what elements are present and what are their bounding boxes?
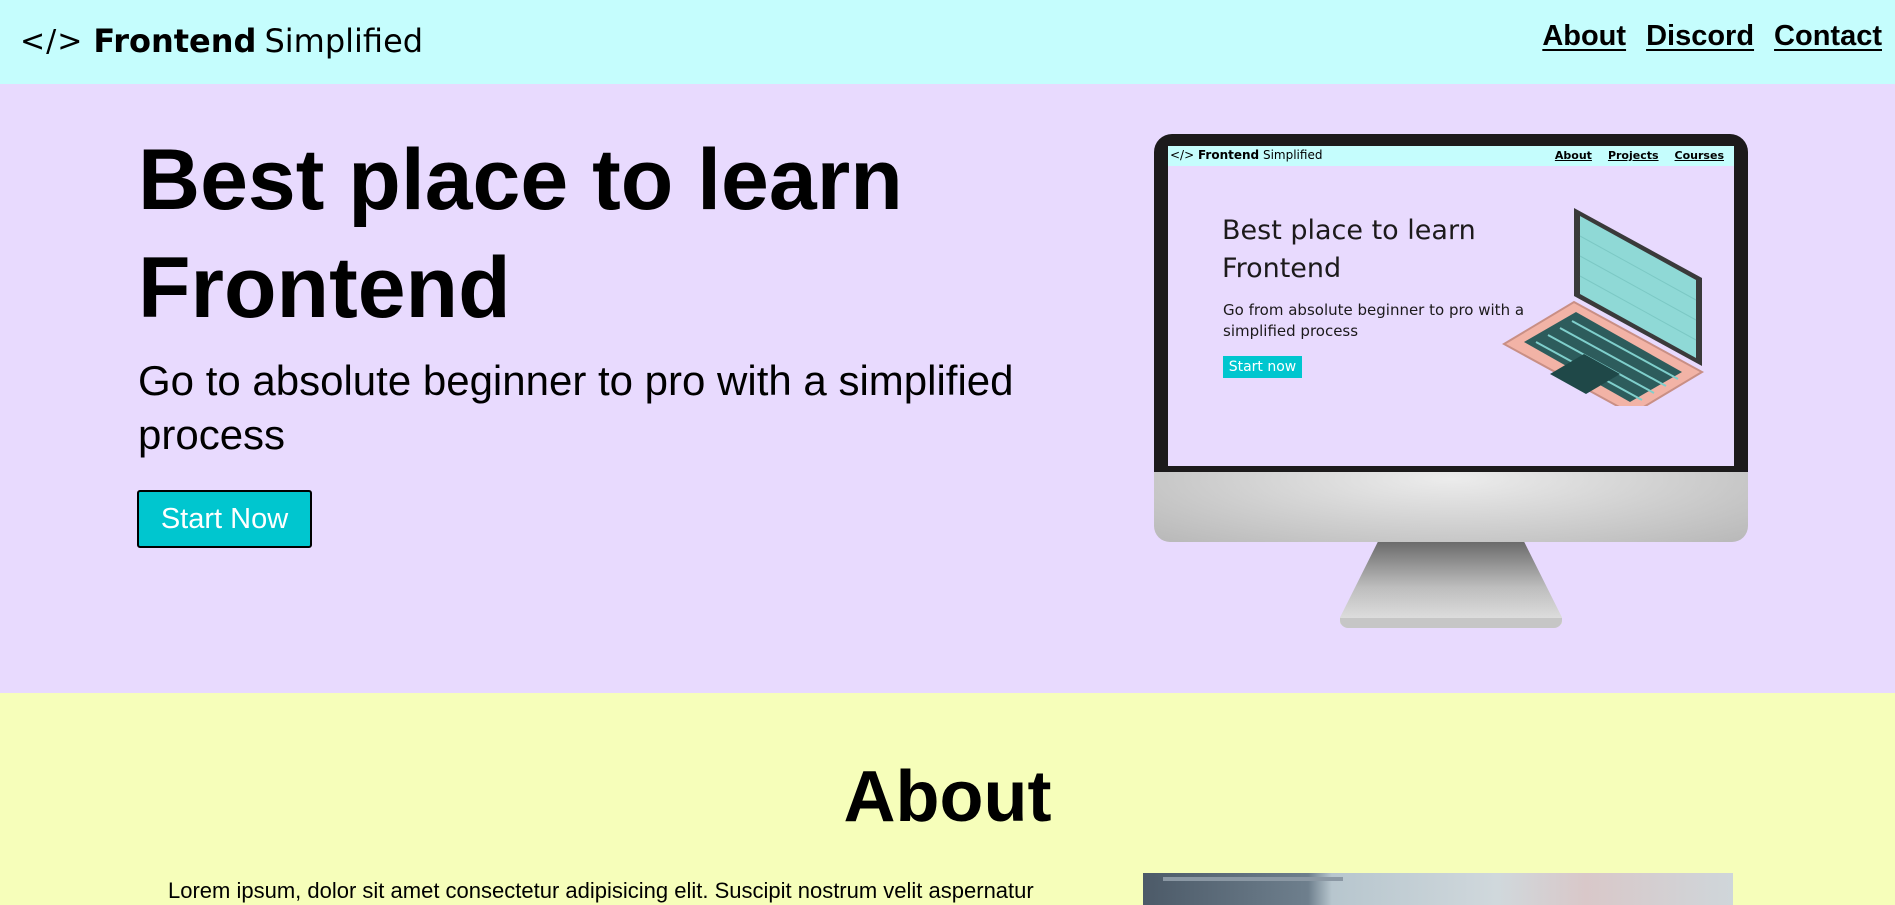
site-header: </> Frontend Simplified About Discord Co…	[0, 0, 1895, 84]
mini-logo: </> Frontend Simplified	[1170, 148, 1322, 162]
logo-text-light: Simplified	[264, 22, 424, 60]
start-now-button[interactable]: Start Now	[137, 490, 312, 548]
mini-header: </> Frontend Simplified About Projects C…	[1168, 146, 1734, 166]
mini-nav-about: About	[1554, 149, 1592, 162]
about-section: About Lorem ipsum, dolor sit amet consec…	[0, 693, 1895, 905]
nav-link-contact[interactable]: Contact	[1774, 20, 1882, 53]
mini-hero-title: Best place to learn Frontend	[1222, 215, 1476, 284]
monitor-chin	[1154, 472, 1748, 542]
hero-title: Best place to learn Frontend	[138, 132, 903, 336]
monitor-illustration: </> Frontend Simplified About Projects C…	[1154, 134, 1748, 638]
hero-subtitle: Go to absolute beginner to pro with a si…	[138, 357, 1014, 458]
logo-text-bold: Frontend	[93, 22, 257, 60]
about-text: Lorem ipsum, dolor sit amet consectetur …	[168, 878, 1034, 903]
mini-start-button: Start now	[1223, 356, 1302, 378]
mini-hero-subtitle: Go from absolute beginner to pro with a …	[1223, 301, 1525, 340]
mini-code-brackets-icon: </>	[1170, 148, 1195, 162]
nav-link-discord[interactable]: Discord	[1646, 20, 1754, 53]
monitor-stand-base	[1340, 618, 1562, 628]
nav-link-about[interactable]: About	[1542, 20, 1626, 53]
mini-logo-bold: Frontend	[1197, 148, 1260, 162]
mini-logo-light: Simplified	[1262, 148, 1323, 162]
main-nav: About Discord Contact	[1542, 20, 1882, 53]
site-logo[interactable]: </> Frontend Simplified	[20, 18, 423, 64]
laptop-icon	[1502, 208, 1705, 406]
about-image-detail	[1163, 877, 1343, 881]
about-image	[1143, 873, 1733, 905]
mini-nav-courses: Courses	[1674, 149, 1724, 162]
about-title: About	[843, 757, 1052, 837]
monitor-screen: </> Frontend Simplified About Projects C…	[1168, 146, 1734, 466]
mini-nav-projects: Projects	[1607, 149, 1659, 162]
monitor-stand	[1340, 542, 1562, 624]
hero-section: Best place to learn Frontend Go to absol…	[0, 84, 1895, 693]
mini-nav: About Projects Courses	[1555, 149, 1724, 162]
code-brackets-icon: </>	[20, 23, 84, 59]
